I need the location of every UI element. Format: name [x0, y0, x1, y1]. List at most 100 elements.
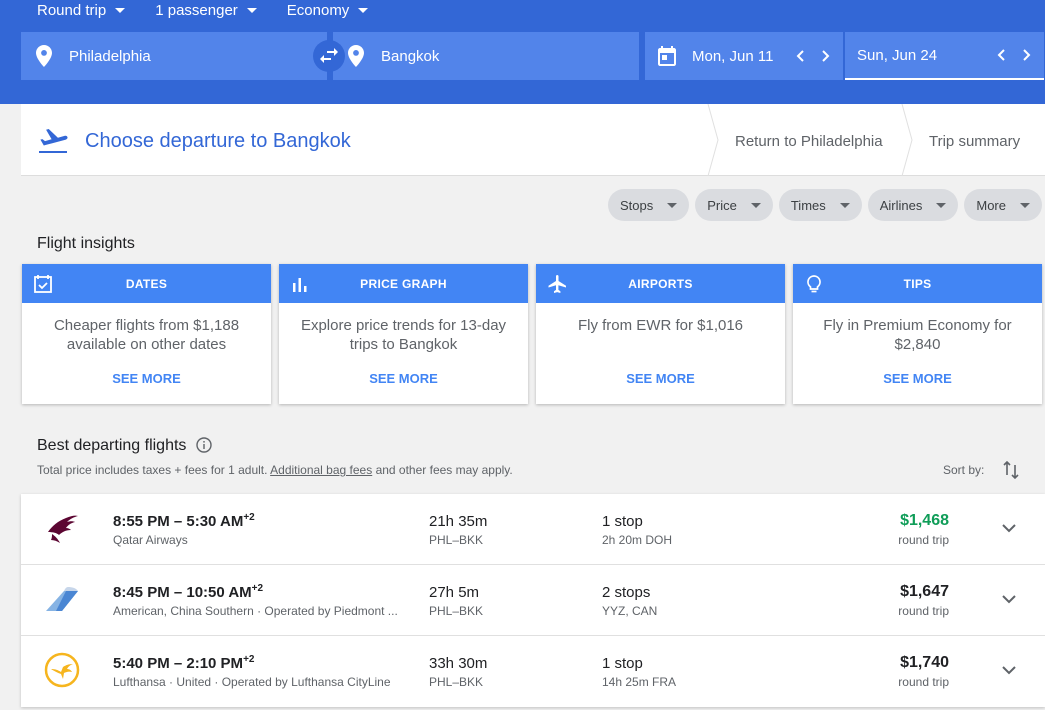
step-separator: [707, 104, 719, 176]
airline-name: Qatar Airways: [113, 533, 188, 547]
filter-label: More: [976, 197, 1006, 213]
best-flights-title: Best departing flights: [37, 437, 187, 454]
passengers-label: 1 passenger: [155, 1, 238, 19]
flight-times: 8:55 PM – 5:30 AM+2: [113, 512, 255, 530]
fees-notice: Total price includes taxes + fees for 1 …: [37, 463, 513, 477]
insight-card-airports[interactable]: AIRPORTS Fly from EWR for $1,016 SEE MOR…: [536, 264, 785, 404]
price-type: round trip: [898, 604, 949, 618]
card-text: Explore price trends for 13-day trips to…: [300, 317, 507, 353]
sort-by-label: Sort by:: [943, 463, 985, 477]
location-pin-icon: [348, 45, 364, 67]
airline-name: Lufthansa · United · Operated by Lufthan…: [113, 675, 391, 689]
trip-type-label: Round trip: [37, 1, 107, 19]
search-header: Round trip 1 passenger Economy Philadelp…: [0, 0, 1045, 104]
chevron-left-icon[interactable]: [795, 50, 807, 62]
caret-down-icon: [358, 7, 369, 13]
caret-down-icon: [936, 202, 947, 208]
filter-price[interactable]: Price: [695, 189, 773, 221]
swap-button[interactable]: [313, 40, 345, 72]
caret-down-icon: [667, 202, 678, 208]
flight-times: 5:40 PM – 2:10 PM+2: [113, 654, 254, 672]
card-header: AIRPORTS: [536, 264, 785, 303]
stop-detail: YYZ, CAN: [602, 604, 658, 618]
passengers-dropdown[interactable]: 1 passenger: [155, 2, 257, 19]
cabin-dropdown[interactable]: Economy: [287, 2, 369, 19]
stop-detail: 14h 25m FRA: [602, 675, 677, 689]
info-icon[interactable]: [196, 437, 212, 453]
insight-card-dates[interactable]: DATES Cheaper flights from $1,188 availa…: [22, 264, 271, 404]
expand-chevron-icon[interactable]: [1001, 522, 1017, 534]
flight-row[interactable]: 8:45 PM – 10:50 AM+2 American, China Sou…: [21, 565, 1045, 636]
booking-steps-bar: Choose departure to Bangkok Return to Ph…: [21, 104, 1045, 176]
caret-down-icon: [115, 7, 126, 13]
insight-card-tips[interactable]: TIPS Fly in Premium Economy for $2,840 S…: [793, 264, 1042, 404]
american-airlines-logo: [46, 587, 78, 611]
bag-fees-link[interactable]: Additional bag fees: [270, 463, 372, 477]
filter-stops[interactable]: Stops: [607, 189, 690, 221]
card-heading: TIPS: [903, 276, 932, 291]
sort-icon[interactable]: [1003, 461, 1019, 479]
destination-value: Bangkok: [381, 47, 440, 65]
flight-row[interactable]: 5:40 PM – 2:10 PM+2 Lufthansa · United ·…: [21, 636, 1045, 707]
caret-down-icon: [839, 202, 850, 208]
filter-chips: Stops Price Times Airlines More: [602, 189, 1042, 221]
see-more-link[interactable]: SEE MORE: [22, 371, 271, 386]
filter-times[interactable]: Times: [778, 189, 862, 221]
filter-label: Stops: [619, 197, 654, 213]
filter-more[interactable]: More: [964, 189, 1042, 221]
expand-chevron-icon[interactable]: [1001, 593, 1017, 605]
expand-chevron-icon[interactable]: [1001, 664, 1017, 676]
see-more-link[interactable]: SEE MORE: [793, 371, 1042, 386]
see-more-link[interactable]: SEE MORE: [536, 371, 785, 386]
filter-label: Price: [707, 197, 737, 213]
depart-date-value: Mon, Jun 11: [692, 47, 774, 65]
location-pin-icon: [36, 45, 52, 67]
day-offset: +2: [243, 512, 255, 523]
stop-detail: 2h 20m DOH: [602, 533, 673, 547]
card-text: Cheaper flights from $1,188 available on…: [53, 317, 240, 353]
swap-arrows-icon: [320, 48, 338, 63]
flight-price: $1,647: [900, 583, 949, 600]
see-more-link[interactable]: SEE MORE: [279, 371, 528, 386]
card-heading: PRICE GRAPH: [360, 276, 447, 291]
flight-duration: 21h 35m: [429, 513, 488, 530]
filter-airlines[interactable]: Airlines: [867, 189, 959, 221]
trip-type-dropdown[interactable]: Round trip: [37, 1, 126, 19]
origin-field[interactable]: Philadelphia: [21, 32, 327, 80]
card-heading: DATES: [125, 276, 168, 291]
depart-date-field[interactable]: Mon, Jun 11: [645, 32, 843, 80]
caret-down-icon: [1020, 202, 1030, 208]
day-offset: +2: [243, 654, 255, 665]
search-options: Round trip 1 passenger Economy: [37, 0, 398, 20]
filter-label: Airlines: [879, 197, 923, 213]
chevron-right-icon[interactable]: [1020, 49, 1032, 61]
step-separator: [901, 104, 913, 176]
insight-card-price-graph[interactable]: PRICE GRAPH Explore price trends for 13-…: [279, 264, 528, 404]
lightbulb-icon: [807, 275, 821, 293]
card-header: TIPS: [793, 264, 1042, 303]
flight-price: $1,740: [900, 654, 949, 671]
airline-name: American, China Southern · Operated by P…: [113, 604, 398, 618]
return-date-field[interactable]: Sun, Jun 24: [845, 32, 1044, 80]
departure-plane-icon: [39, 129, 68, 153]
bar-chart-icon: [293, 278, 307, 292]
flight-results-list: 8:55 PM – 5:30 AM+2 Qatar Airways 21h 35…: [21, 494, 1045, 707]
step-summary-link[interactable]: Trip summary: [929, 133, 1020, 150]
destination-field[interactable]: Bangkok: [333, 32, 639, 80]
flight-insights-title: Flight insights: [37, 235, 135, 252]
times-text: 8:45 PM – 10:50 AM: [113, 584, 252, 601]
step-return-link[interactable]: Return to Philadelphia: [735, 133, 883, 150]
flight-duration: 33h 30m: [429, 655, 488, 672]
lufthansa-logo: [44, 652, 80, 688]
card-text: Fly in Premium Economy for $2,840: [823, 317, 1012, 353]
times-text: 8:55 PM – 5:30 AM: [113, 513, 244, 530]
fees-text-suffix: and other fees may apply.: [375, 463, 513, 477]
chevron-left-icon[interactable]: [996, 49, 1008, 61]
flight-row[interactable]: 8:55 PM – 5:30 AM+2 Qatar Airways 21h 35…: [21, 494, 1045, 565]
flight-route: PHL–BKK: [429, 604, 484, 618]
chevron-right-icon[interactable]: [819, 50, 831, 62]
price-type: round trip: [898, 675, 949, 689]
cabin-label: Economy: [286, 1, 350, 19]
return-date-value: Sun, Jun 24: [857, 46, 938, 64]
calendar-check-icon: [34, 275, 52, 293]
